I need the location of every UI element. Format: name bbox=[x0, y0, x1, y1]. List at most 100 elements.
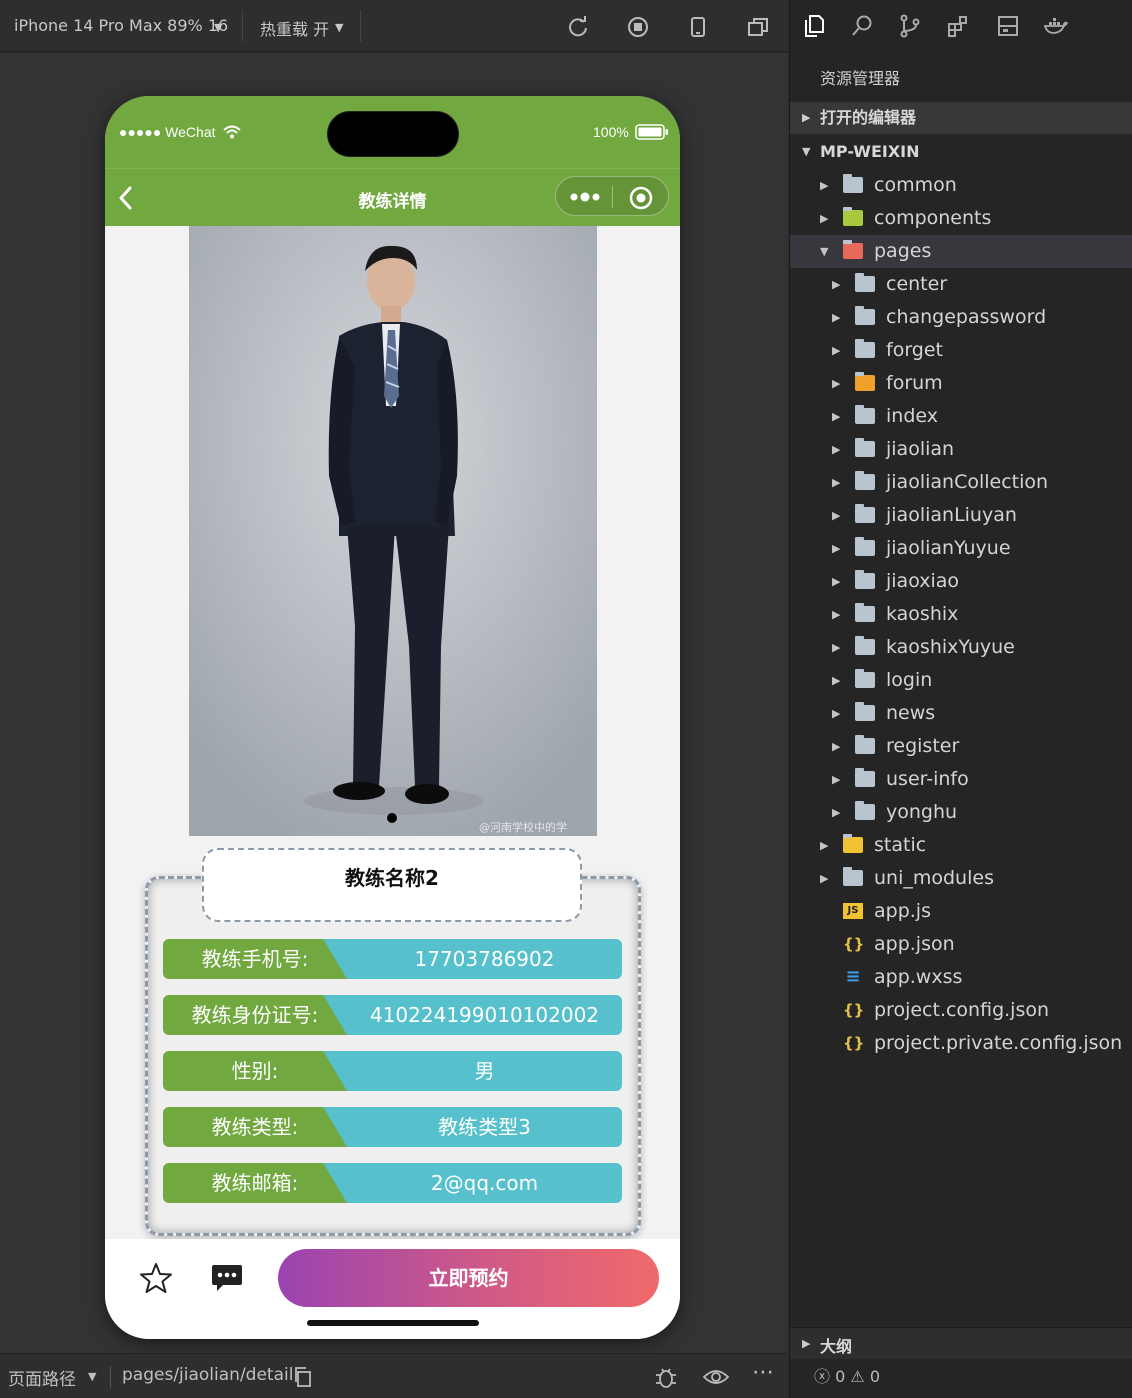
preview-eye-icon[interactable] bbox=[703, 1367, 729, 1387]
collapsed-arrow-icon[interactable]: ▶ bbox=[832, 796, 840, 829]
collapsed-arrow-icon[interactable]: ▶ bbox=[832, 268, 840, 301]
tree-item-label: changepassword bbox=[886, 306, 1047, 328]
collapsed-arrow-icon[interactable]: ▶ bbox=[832, 433, 840, 466]
docker-icon[interactable] bbox=[1044, 14, 1068, 38]
debug-bug-icon[interactable] bbox=[654, 1365, 678, 1389]
tree-item-static[interactable]: ▶ static bbox=[790, 829, 1132, 862]
phone-preview-icon[interactable] bbox=[687, 16, 709, 38]
tree-item-app-wxss[interactable]: ≡ app.wxss bbox=[790, 961, 1132, 994]
star-icon[interactable] bbox=[139, 1261, 173, 1295]
hot-reload-toggle[interactable]: 热重载 开 bbox=[260, 16, 329, 40]
collapsed-arrow-icon[interactable]: ▶ bbox=[820, 202, 828, 235]
collapsed-arrow-icon[interactable]: ▶ bbox=[832, 334, 840, 367]
stop-icon[interactable] bbox=[627, 16, 649, 38]
storage-icon[interactable] bbox=[996, 14, 1020, 38]
section-label: MP-WEIXIN bbox=[820, 142, 920, 161]
tree-item-app-js[interactable]: JS app.js bbox=[790, 895, 1132, 928]
collapsed-arrow-icon[interactable]: ▶ bbox=[832, 532, 840, 565]
tree-item-changepassword[interactable]: ▶ changepassword bbox=[790, 301, 1132, 334]
tree-item-kaoshix[interactable]: ▶ kaoshix bbox=[790, 598, 1132, 631]
folder-icon bbox=[855, 735, 875, 754]
folder-icon bbox=[855, 471, 875, 490]
tree-item-news[interactable]: ▶ news bbox=[790, 697, 1132, 730]
collapsed-arrow-icon[interactable]: ▶ bbox=[832, 730, 840, 763]
device-dropdown-icon[interactable]: ▼ bbox=[214, 21, 222, 34]
collapsed-arrow-icon[interactable]: ▶ bbox=[820, 829, 828, 862]
comment-icon[interactable] bbox=[210, 1261, 244, 1295]
tree-item-kaoshixyuyue[interactable]: ▶ kaoshixYuyue bbox=[790, 631, 1132, 664]
close-miniprogram-icon[interactable] bbox=[629, 186, 653, 210]
expanded-arrow-icon: ▼ bbox=[802, 145, 811, 158]
expanded-arrow-icon[interactable]: ▼ bbox=[820, 235, 828, 268]
tree-item-label: pages bbox=[874, 240, 932, 262]
tree-item-jiaolianliuyan[interactable]: ▶ jiaolianLiuyan bbox=[790, 499, 1132, 532]
collapsed-arrow-icon[interactable]: ▶ bbox=[832, 301, 840, 334]
project-section[interactable]: ▼ MP-WEIXIN bbox=[790, 136, 1132, 168]
folder-icon bbox=[843, 867, 863, 886]
collapsed-arrow-icon[interactable]: ▶ bbox=[820, 862, 828, 895]
coach-photo bbox=[189, 226, 597, 836]
tree-item-label: kaoshixYuyue bbox=[886, 636, 1015, 658]
copy-icon[interactable] bbox=[294, 1367, 312, 1387]
tree-item-forum[interactable]: ▶ forum bbox=[790, 367, 1132, 400]
collapsed-arrow-icon[interactable]: ▶ bbox=[832, 400, 840, 433]
tree-item-user-info[interactable]: ▶ user-info bbox=[790, 763, 1132, 796]
path-dropdown-icon[interactable]: ▼ bbox=[88, 1370, 96, 1383]
more-icon[interactable]: ⋯ bbox=[752, 1360, 774, 1385]
tree-item-components[interactable]: ▶ components bbox=[790, 202, 1132, 235]
tree-item-jiaoxiao[interactable]: ▶ jiaoxiao bbox=[790, 565, 1132, 598]
extensions-icon[interactable] bbox=[946, 14, 970, 38]
collapsed-arrow-icon[interactable]: ▶ bbox=[832, 499, 840, 532]
tree-item-forget[interactable]: ▶ forget bbox=[790, 334, 1132, 367]
tree-item-uni-modules[interactable]: ▶ uni_modules bbox=[790, 862, 1132, 895]
collapsed-arrow-icon[interactable]: ▶ bbox=[832, 631, 840, 664]
refresh-icon[interactable] bbox=[567, 16, 589, 38]
tree-item-jiaolianyuyue[interactable]: ▶ jiaolianYuyue bbox=[790, 532, 1132, 565]
activity-bar bbox=[790, 0, 1132, 52]
tree-item-index[interactable]: ▶ index bbox=[790, 400, 1132, 433]
collapsed-arrow-icon[interactable]: ▶ bbox=[832, 598, 840, 631]
tree-item-jiaoliancollection[interactable]: ▶ jiaolianCollection bbox=[790, 466, 1132, 499]
tree-item-label: components bbox=[874, 207, 992, 229]
problems-indicator[interactable]: ⓧ 0 ⚠ 0 bbox=[814, 1363, 880, 1387]
search-icon[interactable] bbox=[850, 14, 874, 38]
collapsed-arrow-icon[interactable]: ▶ bbox=[832, 367, 840, 400]
error-count: 0 bbox=[835, 1367, 846, 1386]
info-label: 教练邮箱: bbox=[163, 1163, 347, 1203]
collapsed-arrow-icon[interactable]: ▶ bbox=[832, 664, 840, 697]
hot-reload-dropdown-icon[interactable]: ▼ bbox=[335, 21, 343, 34]
collapsed-arrow-icon[interactable]: ▶ bbox=[832, 466, 840, 499]
collapsed-arrow-icon[interactable]: ▶ bbox=[832, 763, 840, 796]
source-control-icon[interactable] bbox=[898, 14, 922, 38]
tree-item-jiaolian[interactable]: ▶ jiaolian bbox=[790, 433, 1132, 466]
explorer-files-icon[interactable] bbox=[802, 14, 826, 38]
tree-item-app-json[interactable]: {} app.json bbox=[790, 928, 1132, 961]
tree-item-project-private-config-json[interactable]: {} project.private.config.json bbox=[790, 1027, 1132, 1060]
page-path-label[interactable]: 页面路径 bbox=[8, 1365, 76, 1390]
collapsed-arrow-icon[interactable]: ▶ bbox=[820, 169, 828, 202]
tree-item-center[interactable]: ▶ center bbox=[790, 268, 1132, 301]
toolbar-divider bbox=[360, 10, 361, 42]
open-editors-section[interactable]: ▶ 打开的编辑器 bbox=[790, 102, 1132, 134]
device-selector[interactable]: iPhone 14 Pro Max 89% 16 bbox=[14, 16, 228, 35]
dynamic-island bbox=[327, 111, 459, 157]
more-options-icon[interactable] bbox=[569, 190, 601, 204]
info-value: 男 bbox=[323, 1051, 622, 1091]
tree-item-pages[interactable]: ▼ pages bbox=[790, 235, 1132, 268]
detach-window-icon[interactable] bbox=[747, 16, 769, 38]
tree-item-common[interactable]: ▶ common bbox=[790, 169, 1132, 202]
outline-section[interactable]: ▶ 大纲 bbox=[790, 1327, 1132, 1359]
collapsed-arrow-icon: ▶ bbox=[802, 111, 811, 124]
tree-item-login[interactable]: ▶ login bbox=[790, 664, 1132, 697]
tree-item-yonghu[interactable]: ▶ yonghu bbox=[790, 796, 1132, 829]
collapsed-arrow-icon[interactable]: ▶ bbox=[832, 565, 840, 598]
coach-photo-swiper[interactable]: @河南学校中的学 bbox=[189, 226, 597, 836]
swiper-indicator-dot[interactable] bbox=[387, 813, 397, 823]
tree-item-register[interactable]: ▶ register bbox=[790, 730, 1132, 763]
carrier-text: ●●●●● WeChat bbox=[119, 124, 216, 140]
book-now-button[interactable]: 立即预约 bbox=[278, 1249, 659, 1307]
tree-item-project-config-json[interactable]: {} project.config.json bbox=[790, 994, 1132, 1027]
collapsed-arrow-icon[interactable]: ▶ bbox=[832, 697, 840, 730]
info-row-email: 教练邮箱: 2@qq.com bbox=[163, 1163, 622, 1203]
css-file-icon: ≡ bbox=[845, 966, 861, 987]
